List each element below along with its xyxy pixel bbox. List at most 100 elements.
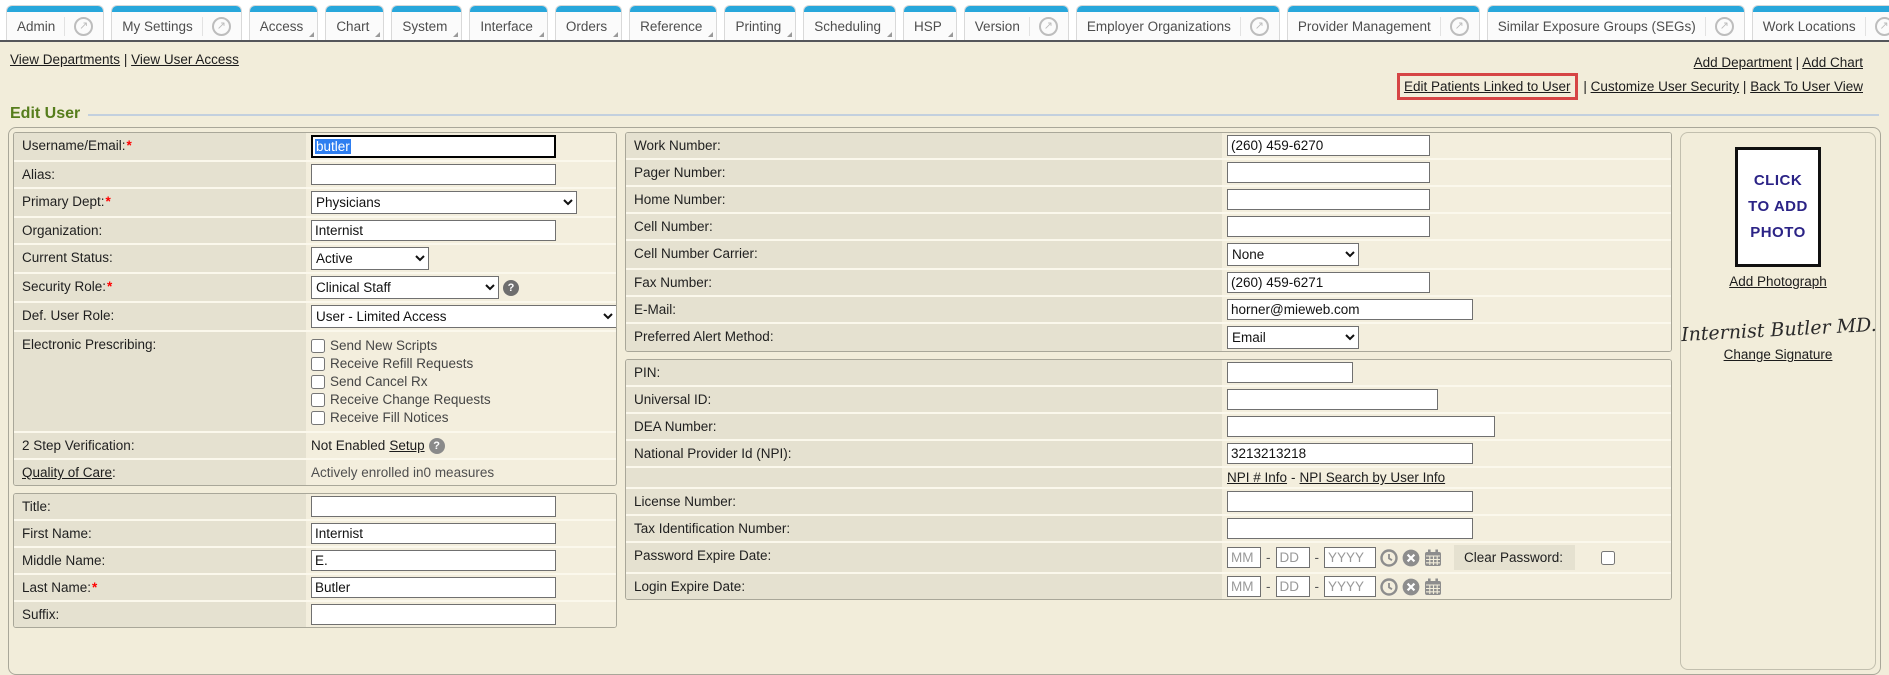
password-expire-year-input[interactable] (1324, 547, 1376, 568)
title-label: Title: (14, 494, 306, 519)
tab-employer-organizations[interactable]: Employer Organizations↗ (1076, 5, 1280, 40)
eprescribe-checkbox-receive-fill-notices[interactable] (311, 411, 325, 425)
tab-reference[interactable]: Reference (629, 5, 717, 40)
tab-provider-management[interactable]: Provider Management↗ (1287, 5, 1480, 40)
clear-date-icon[interactable] (1402, 549, 1420, 567)
current-status-select[interactable]: Active (311, 247, 429, 270)
pager-number-label: Pager Number: (626, 160, 1222, 185)
add-chart-link[interactable]: Add Chart (1802, 55, 1863, 70)
tab-label: Access (260, 19, 304, 34)
email-input[interactable] (1227, 299, 1473, 320)
login-expire-year-input[interactable] (1324, 576, 1376, 597)
quality-of-care-link[interactable]: Quality of Care (22, 465, 112, 480)
external-link-icon[interactable]: ↗ (1029, 17, 1058, 36)
password-expire-day-input[interactable] (1276, 547, 1310, 568)
add-photograph-link[interactable]: Add Photograph (1729, 274, 1827, 289)
suffix-input[interactable] (311, 604, 556, 625)
title-input[interactable] (311, 496, 556, 517)
electronic-prescribing-row: Electronic Prescribing: Send New Scripts… (14, 332, 616, 431)
def-user-role-select[interactable]: User - Limited Access (311, 305, 617, 328)
npi-search-link[interactable]: NPI Search by User Info (1300, 470, 1446, 485)
tab-printing[interactable]: Printing (724, 5, 796, 40)
tab-my-settings[interactable]: My Settings ↗ (111, 5, 242, 40)
tab-version[interactable]: Version↗ (964, 5, 1069, 40)
calendar-icon[interactable] (1424, 578, 1442, 596)
npi-info-link[interactable]: NPI # Info (1227, 470, 1287, 485)
middle-name-input[interactable] (311, 550, 556, 571)
eprescribe-checkbox-receive-refill-requests[interactable] (311, 357, 325, 371)
tab-system[interactable]: System (391, 5, 462, 40)
password-expire-month-input[interactable] (1227, 547, 1261, 568)
external-link-icon[interactable]: ↗ (1865, 17, 1889, 36)
tab-scheduling[interactable]: Scheduling (803, 5, 896, 40)
tab-interface[interactable]: Interface (469, 5, 548, 40)
help-icon[interactable]: ? (429, 438, 445, 454)
required-asterisk: * (127, 138, 132, 153)
tab-label: Reference (640, 19, 702, 34)
npi-input[interactable] (1227, 443, 1473, 464)
add-department-link[interactable]: Add Department (1694, 55, 1792, 70)
view-departments-link[interactable]: View Departments (10, 52, 120, 67)
pin-input[interactable] (1227, 362, 1353, 383)
customize-user-security-link[interactable]: Customize User Security (1591, 79, 1740, 94)
clear-password-checkbox[interactable] (1601, 551, 1615, 565)
universal-id-input[interactable] (1227, 389, 1438, 410)
external-link-icon[interactable]: ↗ (1240, 17, 1269, 36)
tab-similar-exposure-groups-segs[interactable]: Similar Exposure Groups (SEGs)↗ (1487, 5, 1745, 40)
two-step-setup-link[interactable]: Setup (389, 438, 424, 453)
edit-patients-linked-link[interactable]: Edit Patients Linked to User (1404, 79, 1571, 94)
pager-number-row: Pager Number: (626, 160, 1671, 185)
change-signature-link[interactable]: Change Signature (1724, 347, 1833, 362)
tax-id-input[interactable] (1227, 518, 1473, 539)
external-link-icon[interactable]: ↗ (202, 17, 231, 36)
clock-icon[interactable] (1380, 549, 1398, 567)
help-icon[interactable]: ? (503, 280, 519, 296)
cell-carrier-select[interactable]: None (1227, 243, 1359, 266)
work-number-row: Work Number: (626, 133, 1671, 158)
external-link-icon[interactable]: ↗ (64, 17, 93, 36)
work-number-label: Work Number: (626, 133, 1222, 158)
tab-chart[interactable]: Chart (325, 5, 384, 40)
tab-access[interactable]: Access (249, 5, 319, 40)
fax-number-input[interactable] (1227, 272, 1430, 293)
external-link-icon[interactable]: ↗ (1705, 17, 1734, 36)
clear-date-icon[interactable] (1402, 578, 1420, 596)
alias-input[interactable] (311, 164, 556, 185)
contact-group: Work Number: Pager Number: Home Number: … (625, 132, 1672, 352)
eprescribe-options: Send New ScriptsReceive Refill RequestsS… (311, 334, 491, 429)
security-role-select[interactable]: Clinical Staff (311, 276, 499, 299)
home-number-input[interactable] (1227, 189, 1430, 210)
eprescribe-checkbox-send-new-scripts[interactable] (311, 339, 325, 353)
tab-label: My Settings (122, 19, 193, 34)
tab-hsp[interactable]: HSP (903, 5, 957, 40)
cell-number-input[interactable] (1227, 216, 1430, 237)
tab-orders[interactable]: Orders (555, 5, 622, 40)
first-name-input[interactable] (311, 523, 556, 544)
login-expire-day-input[interactable] (1276, 576, 1310, 597)
back-to-user-view-link[interactable]: Back To User View (1750, 79, 1863, 94)
tab-admin[interactable]: Admin↗ (6, 5, 104, 40)
external-link-icon[interactable]: ↗ (1440, 17, 1469, 36)
add-photo-button[interactable]: CLICK TO ADD PHOTO (1735, 147, 1821, 267)
dea-number-input[interactable] (1227, 416, 1495, 437)
license-number-input[interactable] (1227, 491, 1473, 512)
organization-input[interactable] (311, 220, 556, 241)
tab-label: HSP (914, 19, 942, 34)
cell-number-row: Cell Number: (626, 214, 1671, 239)
eprescribe-checkbox-receive-change-requests[interactable] (311, 393, 325, 407)
pager-number-input[interactable] (1227, 162, 1430, 183)
work-number-input[interactable] (1227, 135, 1430, 156)
eprescribe-checkbox-send-cancel-rx[interactable] (311, 375, 325, 389)
clock-icon[interactable] (1380, 578, 1398, 596)
calendar-icon[interactable] (1424, 549, 1442, 567)
dea-number-row: DEA Number: (626, 414, 1671, 439)
eprescribe-option-label: Send Cancel Rx (330, 374, 428, 389)
tab-work-locations[interactable]: Work Locations↗ (1752, 5, 1889, 40)
view-user-access-link[interactable]: View User Access (131, 52, 239, 67)
login-expire-month-input[interactable] (1227, 576, 1261, 597)
primary-dept-select[interactable]: Physicians (311, 191, 577, 214)
last-name-input[interactable] (311, 577, 556, 598)
organization-row: Organization: (14, 218, 616, 243)
alert-method-select[interactable]: Email (1227, 326, 1359, 349)
username-input[interactable]: butler (311, 135, 556, 158)
